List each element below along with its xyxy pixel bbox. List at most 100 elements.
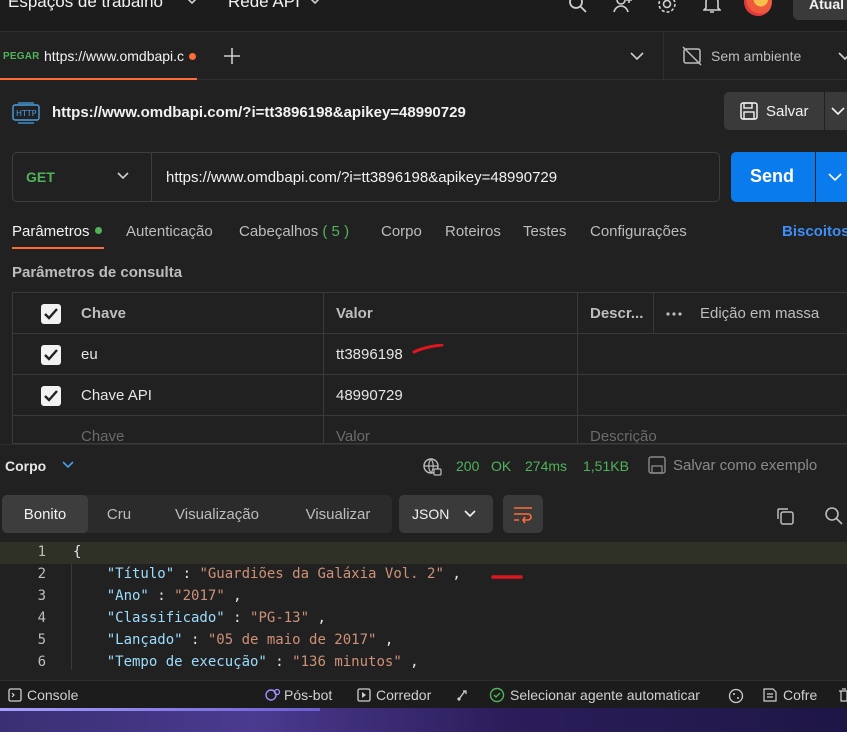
tab-authorization[interactable]: Autenticação (126, 223, 213, 240)
more-icon[interactable] (666, 312, 682, 316)
description-cell[interactable]: Descrição (577, 416, 847, 443)
response-size[interactable]: 1,51KB (583, 458, 629, 474)
runner-button[interactable]: Corredor (376, 687, 431, 703)
chevron-down-icon[interactable] (838, 52, 847, 61)
params-dot (94, 227, 102, 234)
save-label: Salvar (766, 103, 809, 120)
tab-scripts[interactable]: Roteiros (445, 223, 501, 240)
os-taskbar (0, 708, 847, 732)
agent-icon[interactable] (456, 688, 470, 702)
tab-method: PEGAR (3, 51, 40, 62)
tab-settings[interactable]: Configurações (590, 223, 687, 240)
console-icon[interactable] (8, 688, 22, 702)
code-line: 2 "Título" : "Guardiões da Galáxia Vol. … (0, 564, 847, 586)
top-bar: Espaços de trabalho Rede API Atual (0, 0, 847, 32)
line-number: 2 (37, 566, 46, 582)
api-network-menu[interactable]: Rede API (228, 0, 300, 12)
bulk-edit-link[interactable]: Edição em massa (700, 305, 819, 322)
save-button[interactable]: Salvar (724, 92, 824, 130)
json-value: "PG-13" (250, 610, 310, 626)
value-cell[interactable]: 48990729 (323, 375, 577, 416)
format-select[interactable]: JSON (399, 495, 493, 533)
save-as-example-button[interactable]: Salvar como exemplo (648, 456, 817, 474)
wrap-lines-button[interactable] (503, 495, 543, 533)
runner-icon[interactable] (357, 688, 371, 702)
response-time[interactable]: 274ms (525, 458, 567, 474)
view-visualize[interactable]: Visualizar (284, 495, 392, 533)
workspaces-menu[interactable]: Espaços de trabalho (8, 0, 163, 12)
cookies-link[interactable]: Biscoitos (782, 223, 847, 240)
send-button[interactable]: Send (731, 152, 815, 202)
chevron-down-icon (464, 510, 476, 518)
view-preview[interactable]: Visualização (150, 495, 284, 533)
vault-icon[interactable] (763, 688, 777, 702)
network-icon[interactable] (422, 457, 442, 477)
params-table: Chave Valor Descr... Edição em massa eu … (12, 292, 847, 444)
query-params-title: Parâmetros de consulta (12, 264, 183, 281)
row-checkbox[interactable] (41, 345, 61, 365)
request-name-row: HTTP https://www.omdbapi.com/?i=tt389619… (0, 80, 847, 142)
console-button[interactable]: Console (27, 687, 78, 703)
send-dropdown[interactable] (816, 152, 847, 202)
checkbox-cell (13, 416, 69, 443)
chevron-down-icon (831, 107, 845, 116)
status-text[interactable]: OK (491, 458, 511, 474)
divider (663, 32, 664, 80)
red-annotation-mark (412, 344, 444, 354)
tab-tests[interactable]: Testes (523, 223, 566, 240)
code-line: 4 "Classificado" : "PG-13" , (0, 608, 847, 630)
postbot-button[interactable]: Pós-bot (284, 687, 332, 703)
select-all-checkbox[interactable] (41, 304, 61, 324)
tab-headers[interactable]: Cabeçalhos ( 5 ) (239, 223, 349, 240)
plus-icon[interactable] (222, 46, 242, 66)
trash-icon[interactable] (838, 688, 847, 702)
select-agent-button[interactable]: Selecionar agente automaticar (510, 687, 700, 703)
request-name[interactable]: https://www.omdbapi.com/?i=tt3896198&api… (52, 104, 466, 121)
chevron-down-icon[interactable] (117, 172, 129, 180)
search-icon[interactable] (824, 506, 844, 526)
status-code[interactable]: 200 (456, 458, 479, 474)
header-checkbox-cell (13, 293, 69, 334)
description-cell[interactable] (577, 375, 847, 416)
response-body-label[interactable]: Corpo (5, 458, 46, 474)
tab-body[interactable]: Corpo (381, 223, 422, 240)
chevron-down-icon[interactable] (62, 461, 74, 469)
code-text: "Tempo de execução" : "136 minutos" , (106, 654, 419, 670)
json-value: "05 de maio de 2017" (207, 632, 377, 648)
line-number: 5 (37, 632, 46, 648)
send-label: Send (750, 166, 795, 186)
url-bar: GET https://www.omdbapi.com/?i=tt3896198… (12, 152, 720, 202)
chevron-down-icon (828, 173, 842, 182)
tab-params[interactable]: Parâmetros (12, 223, 102, 240)
no-environment-icon (682, 46, 702, 66)
settings-icon[interactable] (657, 0, 677, 14)
value-cell[interactable]: Valor (323, 416, 577, 443)
key-cell[interactable]: Chave API (69, 375, 323, 416)
status-bar: Console Pós-bot Corredor Selecionar agen… (0, 680, 847, 708)
response-body-code[interactable]: 1 { 2 "Título" : "Guardiões da Galáxia V… (0, 542, 847, 670)
invite-icon[interactable] (612, 0, 634, 14)
request-tab[interactable]: PEGAR https://www.omdbapi.com/?i=tt38961… (0, 32, 197, 80)
upgrade-button[interactable]: Atual (793, 0, 847, 20)
cookie-icon[interactable] (728, 688, 744, 704)
notifications-icon[interactable] (703, 0, 721, 14)
view-pretty[interactable]: Bonito (2, 495, 88, 533)
postbot-icon[interactable] (265, 688, 281, 702)
search-icon[interactable] (568, 0, 588, 14)
vault-button[interactable]: Cofre (783, 687, 817, 703)
key-cell[interactable]: Chave (69, 416, 323, 443)
environment-selector[interactable]: Sem ambiente (682, 46, 801, 68)
line-number: 4 (37, 610, 46, 626)
value-cell[interactable]: tt3896198 (323, 334, 577, 375)
save-dropdown[interactable] (825, 92, 847, 130)
chevron-down-icon[interactable] (630, 52, 644, 61)
row-checkbox[interactable] (41, 386, 61, 406)
copy-icon[interactable] (775, 506, 795, 526)
description-cell[interactable] (577, 334, 847, 375)
key-cell[interactable]: eu (69, 334, 323, 375)
view-raw[interactable]: Cru (88, 495, 150, 533)
avatar[interactable] (744, 0, 772, 16)
code-text: "Classificado" : "PG-13" , (106, 610, 326, 626)
url-input[interactable]: https://www.omdbapi.com/?i=tt3896198&api… (166, 169, 557, 186)
method-select[interactable]: GET (26, 169, 55, 185)
